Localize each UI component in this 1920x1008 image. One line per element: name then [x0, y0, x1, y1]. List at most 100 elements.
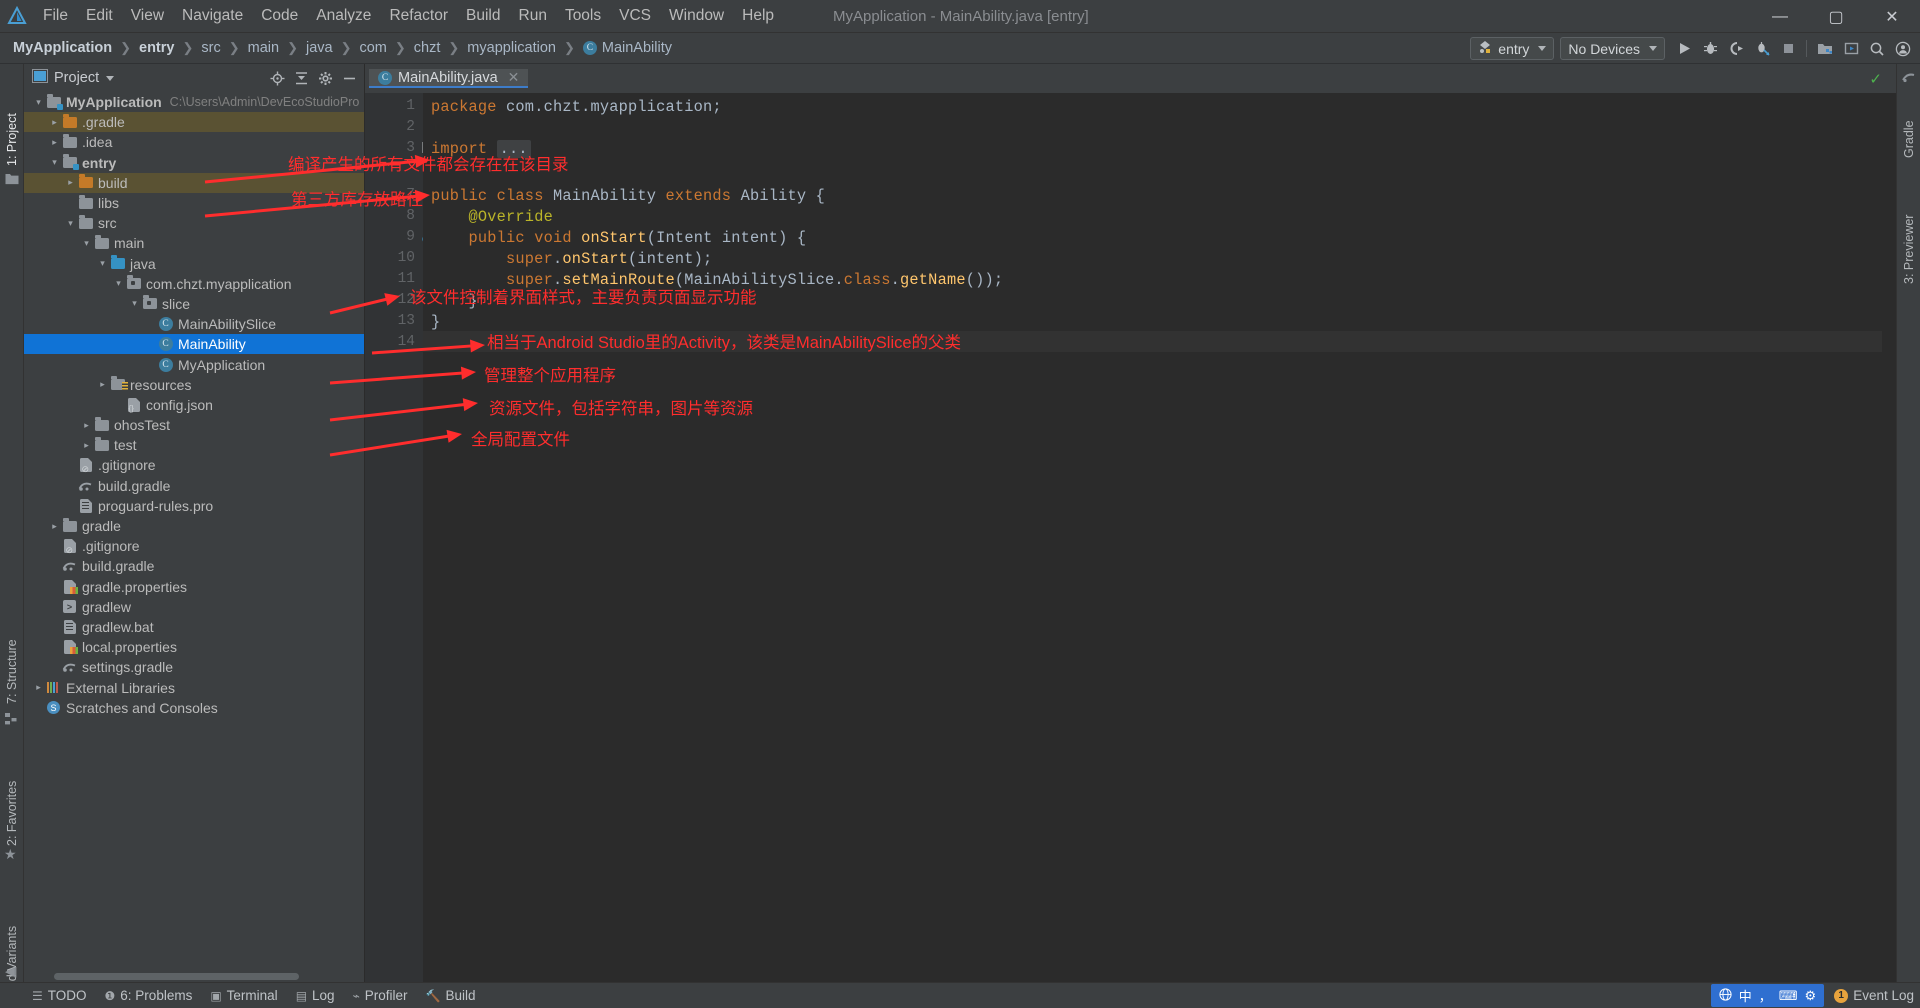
status-item-todo[interactable]: ☰ TODO	[32, 988, 87, 1003]
chevron-down-icon[interactable]: ▾	[80, 238, 93, 249]
project-tree[interactable]: ▾ MyApplication C:\Users\Admin\DevEcoStudi…	[24, 92, 364, 954]
device-manager-icon[interactable]	[1838, 36, 1864, 62]
breadcrumb-item-mainability[interactable]: C MainAbility	[580, 38, 675, 58]
tree-node-proguard-rules-pro[interactable]: proguard-rules.pro	[24, 496, 364, 516]
tree-node--gitignore[interactable]: .gitignore	[24, 455, 364, 475]
tree-node-build-gradle[interactable]: build.gradle	[24, 476, 364, 496]
account-icon[interactable]	[1890, 36, 1916, 62]
breadcrumb-item-src[interactable]: src	[198, 38, 223, 58]
chevron-down-icon[interactable]: ▾	[96, 258, 109, 269]
chevron-down-icon[interactable]: ▾	[128, 298, 141, 309]
menu-item-window[interactable]: Window	[660, 5, 733, 28]
tree-node-external-libraries[interactable]: ▸ External Libraries	[24, 677, 364, 697]
hide-icon[interactable]	[338, 67, 360, 89]
rail-item-favorites[interactable]: 2: Favorites	[0, 736, 24, 846]
minimize-button[interactable]: —	[1752, 0, 1808, 33]
rail-item-project[interactable]: 1: Project	[0, 70, 24, 166]
search-everywhere-icon[interactable]	[1864, 36, 1890, 62]
locate-icon[interactable]	[266, 67, 288, 89]
chevron-right-icon[interactable]: ▸	[32, 682, 45, 693]
tree-node--gitignore[interactable]: .gitignore	[24, 536, 364, 556]
tree-horizontal-scrollbar[interactable]	[24, 972, 364, 981]
breadcrumb-item-myapplication[interactable]: myapplication	[464, 38, 559, 58]
module-selector[interactable]: entry	[1470, 37, 1555, 60]
maximize-button[interactable]: ▢	[1808, 0, 1864, 33]
tree-node-scratches-and-consoles[interactable]: S Scratches and Consoles	[24, 698, 364, 718]
chevron-down-icon[interactable]: ▾	[64, 218, 77, 229]
tree-node-mainability[interactable]: C MainAbility	[24, 334, 364, 355]
tree-node-main[interactable]: ▾ main	[24, 233, 364, 253]
status-item-problems[interactable]: ❶ 6: Problems	[105, 988, 193, 1003]
debug-icon[interactable]	[1697, 36, 1723, 62]
breadcrumb-item-java[interactable]: java	[303, 38, 336, 58]
editor-code[interactable]: package com.chzt.myapplication; import ..…	[423, 93, 1896, 984]
tree-node-myapplication[interactable]: ▾ MyApplication C:\Users\Admin\DevEcoStudi…	[24, 92, 364, 112]
menu-item-navigate[interactable]: Navigate	[173, 5, 252, 28]
tree-node-libs[interactable]: libs	[24, 193, 364, 213]
tree-node-gradlew[interactable]: > gradlew	[24, 597, 364, 617]
tree-node-build[interactable]: ▸ build	[24, 172, 364, 193]
menu-item-run[interactable]: Run	[510, 5, 556, 28]
close-button[interactable]: ✕	[1864, 0, 1920, 33]
tree-node-mainabilityslice[interactable]: C MainAbilitySlice	[24, 314, 364, 334]
menu-item-build[interactable]: Build	[457, 5, 509, 28]
tree-node-test[interactable]: ▸ test	[24, 435, 364, 455]
tree-node-local-properties[interactable]: local.properties	[24, 637, 364, 657]
device-selector[interactable]: No Devices	[1560, 37, 1665, 60]
menu-item-analyze[interactable]: Analyze	[307, 5, 380, 28]
tree-node-com-chzt-myapplication[interactable]: ▾ com.chzt.myapplication	[24, 274, 364, 294]
tree-node-entry[interactable]: ▾ entry	[24, 153, 364, 173]
tree-node-java[interactable]: ▾ java	[24, 254, 364, 274]
run-coverage-icon[interactable]	[1723, 36, 1749, 62]
chevron-right-icon[interactable]: ▸	[48, 137, 61, 148]
breadcrumb-item-entry[interactable]: entry	[136, 38, 177, 58]
profile-icon[interactable]	[1749, 36, 1775, 62]
menu-item-vcs[interactable]: VCS	[610, 5, 660, 28]
tree-node-config-json[interactable]: {} config.json	[24, 395, 364, 415]
chevron-right-icon[interactable]: ▸	[96, 379, 109, 390]
project-structure-icon[interactable]	[1812, 36, 1838, 62]
ime-indicator[interactable]: 中 ， ⌨ ⚙	[1710, 984, 1825, 1007]
settings-icon[interactable]	[314, 67, 336, 89]
inspection-status-icon[interactable]: ✓	[1869, 70, 1882, 88]
tree-node-settings-gradle[interactable]: settings.gradle	[24, 657, 364, 677]
tree-node-resources[interactable]: ▸ resources	[24, 375, 364, 395]
breadcrumb-item-com[interactable]: com	[356, 38, 389, 58]
tree-node-gradlew-bat[interactable]: gradlew.bat	[24, 617, 364, 637]
menu-item-edit[interactable]: Edit	[77, 5, 122, 28]
menu-item-view[interactable]: View	[122, 5, 173, 28]
menu-item-tools[interactable]: Tools	[556, 5, 610, 28]
status-item-profiler[interactable]: ⌁ Profiler	[353, 988, 408, 1003]
breadcrumb-item-main[interactable]: main	[245, 38, 282, 58]
status-item-terminal[interactable]: ▣ Terminal	[210, 988, 277, 1003]
menu-item-refactor[interactable]: Refactor	[380, 5, 457, 28]
rail-item-gradle[interactable]: Gradle	[1897, 88, 1920, 158]
ime-keyboard-icon[interactable]: ⌨	[1779, 988, 1798, 1004]
event-log-button[interactable]: 1 Event Log	[1834, 988, 1914, 1003]
breadcrumb-item-myapplication[interactable]: MyApplication	[10, 38, 115, 58]
rail-item-previewer[interactable]: 3: Previewer	[1897, 174, 1920, 284]
status-item-build[interactable]: 🔨 Build	[426, 988, 476, 1003]
menu-item-code[interactable]: Code	[252, 5, 307, 28]
tree-node-src[interactable]: ▾ src	[24, 213, 364, 233]
run-icon[interactable]	[1671, 36, 1697, 62]
tree-node-build-gradle[interactable]: build.gradle	[24, 556, 364, 576]
editor-gutter[interactable]: 1237891011121314+	[365, 93, 457, 984]
chevron-right-icon[interactable]: ▸	[80, 420, 93, 431]
collapse-bottom-icon[interactable]: ◀|	[6, 965, 17, 978]
tree-node-gradle-properties[interactable]: gradle.properties	[24, 577, 364, 597]
tree-node--idea[interactable]: ▸ .idea	[24, 132, 364, 152]
chevron-right-icon[interactable]: ▸	[80, 440, 93, 451]
chevron-down-icon[interactable]: ▾	[48, 157, 61, 168]
chevron-down-icon[interactable]	[106, 75, 115, 81]
editor-scrollbar[interactable]	[1882, 93, 1896, 984]
status-item-log[interactable]: ▤ Log	[296, 988, 335, 1003]
collapse-all-icon[interactable]	[290, 67, 312, 89]
stop-icon[interactable]	[1775, 36, 1801, 62]
tree-node-gradle[interactable]: ▸ gradle	[24, 516, 364, 536]
ime-settings-icon[interactable]: ⚙	[1805, 988, 1817, 1004]
menu-item-help[interactable]: Help	[733, 5, 783, 28]
scrollbar-thumb[interactable]	[54, 973, 299, 980]
chevron-right-icon[interactable]: ▸	[48, 117, 61, 128]
tree-node-myapplication[interactable]: C MyApplication	[24, 354, 364, 374]
